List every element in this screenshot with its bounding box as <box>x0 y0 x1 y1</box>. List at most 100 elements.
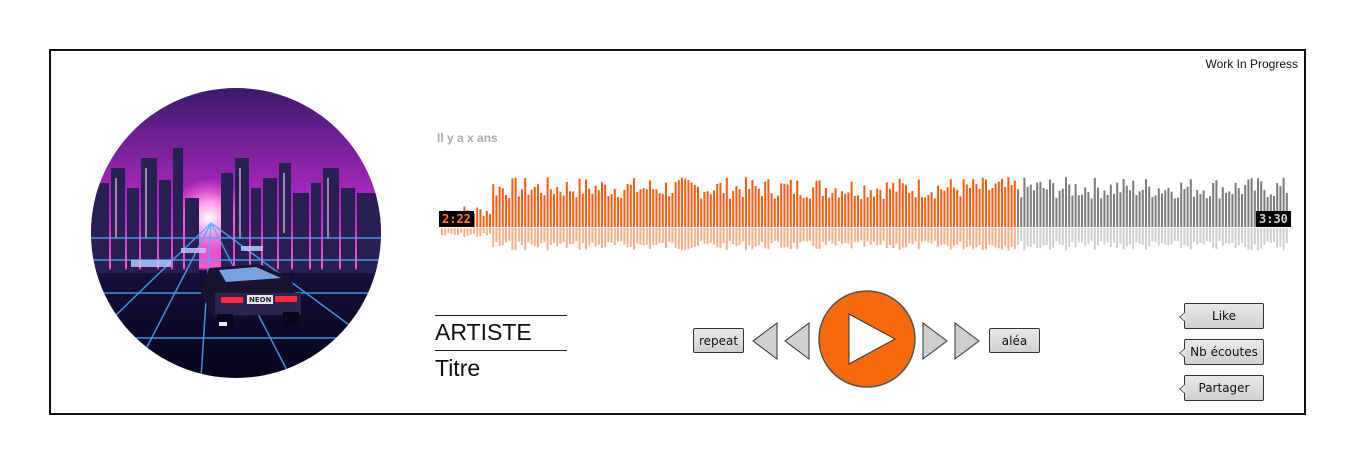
waveform-reflection-bar <box>511 228 514 250</box>
waveform-reflection-bar <box>588 228 591 246</box>
waveform-reflection-bar <box>597 228 600 245</box>
waveform-reflection-bar <box>677 228 680 250</box>
waveform-reflection-bar <box>725 228 728 251</box>
waveform-bar <box>492 184 495 227</box>
waveform-bar <box>613 189 616 227</box>
waveform-bar <box>1125 185 1128 227</box>
next-icon[interactable] <box>921 321 981 361</box>
waveform-reflection-bar <box>1061 228 1064 246</box>
waveform-reflection-bar <box>847 228 850 244</box>
waveform-bar <box>729 198 731 227</box>
waveform-reflection-bar <box>441 228 443 236</box>
waveform-bar <box>658 193 661 227</box>
play-icon[interactable] <box>817 289 917 389</box>
artist-name: ARTISTE <box>435 319 532 345</box>
waveform-reflection-bar <box>690 228 693 248</box>
waveform-bar <box>591 193 594 227</box>
waveform-reflection-bar <box>1090 228 1093 241</box>
waveform-bar <box>677 180 680 227</box>
waveform-bar <box>562 195 565 227</box>
waveform-reflection-bar <box>786 228 789 248</box>
waveform-reflection-bar <box>1170 228 1173 244</box>
waveform-reflection-bar <box>1241 228 1243 243</box>
waveform-reflection-bar <box>521 228 523 245</box>
waveform-reflection-bar <box>495 228 498 243</box>
waveform-reflection-bar <box>809 228 811 241</box>
divider-top <box>435 315 567 316</box>
listens-count-button[interactable]: Nb écoutes <box>1179 339 1264 365</box>
waveform-reflection-bar <box>620 228 623 242</box>
waveform-reflection-bar <box>793 228 795 243</box>
waveform-bar <box>821 195 824 227</box>
waveform-reflection-bar <box>684 228 687 250</box>
waveform-bar <box>1068 184 1071 227</box>
waveform-reflection-bar <box>1103 228 1106 245</box>
waveform-bar <box>1196 190 1199 227</box>
waveform-reflection-bar <box>1132 228 1135 249</box>
waveform-reflection-bar <box>1247 228 1250 250</box>
waveform-bar <box>665 182 667 227</box>
waveform-reflection-bar <box>1180 228 1183 248</box>
waveform-reflection-bar <box>933 228 936 241</box>
waveform-bar <box>1109 184 1112 227</box>
previous-icon[interactable] <box>751 321 811 361</box>
waveform-bar <box>866 197 869 227</box>
waveform-reflection-bar <box>946 228 949 246</box>
waveform-bar <box>1247 179 1250 227</box>
waveform-reflection-bar <box>1081 228 1083 243</box>
waveform-reflection-bar <box>1260 228 1263 249</box>
waveform-reflection-bar <box>978 228 981 246</box>
waveform-bar <box>501 188 504 227</box>
waveform-reflection-bar <box>975 228 978 248</box>
waveform-bar <box>690 182 693 227</box>
waveform-bar <box>1042 187 1045 227</box>
waveform-bar <box>741 197 744 227</box>
waveform-reflection-bar <box>757 228 760 246</box>
waveform-bar <box>754 186 757 227</box>
waveform-reflection-bar <box>1263 228 1266 245</box>
waveform-bar <box>572 191 575 227</box>
waveform-bar <box>1097 187 1099 227</box>
repeat-button[interactable]: repeat <box>693 328 744 353</box>
waveform-reflection-bar <box>818 228 821 249</box>
waveform-reflection-bar <box>594 228 597 247</box>
waveform-bar <box>911 191 914 227</box>
waveform-bar <box>1129 190 1131 227</box>
waveform-bar <box>716 183 719 227</box>
waveform-bar <box>1103 190 1106 227</box>
waveform-reflection-bar <box>626 228 629 248</box>
waveform-reflection-bar <box>981 228 984 251</box>
waveform-reflection-bar <box>796 228 799 249</box>
like-button[interactable]: Like <box>1179 303 1264 329</box>
waveform-bar <box>863 185 866 227</box>
waveform-seekbar[interactable] <box>441 171 1289 255</box>
waveform-bar <box>956 189 959 227</box>
waveform-bar <box>805 197 808 227</box>
waveform-reflection-bar <box>1001 228 1003 250</box>
waveform-bar <box>898 178 901 227</box>
waveform-reflection-bar <box>1231 228 1234 243</box>
waveform-reflection-bar <box>1282 228 1285 251</box>
waveform-reflection-bar <box>700 228 703 241</box>
waveform-bar <box>1189 179 1192 227</box>
waveform-bar <box>757 188 760 227</box>
waveform-bar <box>812 187 815 227</box>
waveform-bar <box>1167 187 1170 227</box>
shuffle-button[interactable]: aléa <box>989 328 1040 353</box>
waveform-bar <box>751 179 754 227</box>
share-button[interactable]: Partager <box>1179 375 1264 401</box>
waveform-reflection-bar <box>604 228 607 248</box>
waveform-bar <box>684 178 687 227</box>
current-time: 2:22 <box>439 211 474 227</box>
waveform-reflection-bar <box>1033 228 1035 245</box>
waveform-reflection-bar <box>1013 228 1016 249</box>
waveform-bar <box>908 193 911 227</box>
waveform-reflection-bar <box>1119 228 1122 244</box>
waveform-reflection-bar <box>543 228 546 243</box>
waveform-bar <box>585 179 587 227</box>
waveform-reflection-bar <box>1029 228 1032 248</box>
waveform-reflection-bar <box>1023 228 1026 251</box>
waveform-reflection-bar <box>1157 228 1160 246</box>
waveform-reflection-bar <box>837 228 840 242</box>
waveform-bar <box>1237 188 1240 227</box>
